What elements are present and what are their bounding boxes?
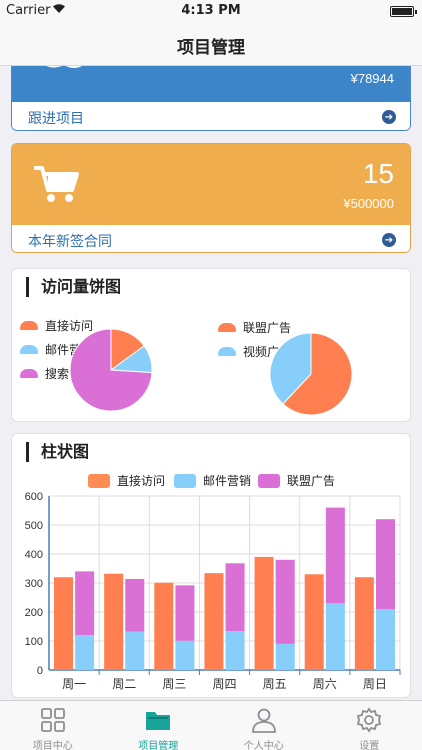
bird-icon xyxy=(34,66,94,81)
new-contracts-amount: ¥500000 xyxy=(343,196,394,211)
tab-label: 项目中心 xyxy=(32,741,73,750)
y-tick-label: 0 xyxy=(37,665,43,677)
follow-projects-card[interactable]: ¥78944 跟进项目 ➔ xyxy=(11,66,411,131)
bar[interactable] xyxy=(376,519,395,610)
legend-swatch xyxy=(218,347,236,356)
arrow-right-icon: ➔ xyxy=(382,110,396,124)
legend-swatch xyxy=(174,473,196,488)
x-tick-label: 周六 xyxy=(313,677,337,691)
tab-bar: 项目中心 项目管理 个人中心 设置 xyxy=(0,700,422,750)
legend-swatch xyxy=(218,323,236,332)
bar[interactable] xyxy=(304,574,324,670)
legend-swatch xyxy=(20,369,38,378)
bar[interactable] xyxy=(354,577,374,670)
scroll-content[interactable]: ¥78944 跟进项目 ➔ 15 ¥500000 本年新签合同 ➔ 访问量饼图 … xyxy=(0,66,422,700)
x-tick-label: 周一 xyxy=(62,677,86,691)
new-contracts-count: 15 xyxy=(362,158,394,189)
bar[interactable] xyxy=(325,603,345,670)
x-tick-label: 周三 xyxy=(162,677,186,691)
legend-item[interactable]: 联盟广告 xyxy=(258,472,335,489)
page-title: 项目管理 xyxy=(177,38,245,58)
bar[interactable] xyxy=(175,585,195,641)
bar[interactable] xyxy=(75,571,95,636)
bar-chart-title: 柱状图 xyxy=(26,442,89,462)
tab-label: 个人中心 xyxy=(243,741,284,750)
legend-label: 联盟广告 xyxy=(287,474,336,488)
grid-icon xyxy=(40,707,66,733)
legend-swatch xyxy=(20,345,38,354)
follow-projects-banner: ¥78944 xyxy=(12,66,410,102)
new-contracts-card[interactable]: 15 ¥500000 本年新签合同 ➔ xyxy=(11,143,411,253)
bar[interactable] xyxy=(154,582,174,670)
y-tick-label: 100 xyxy=(25,636,43,648)
bar[interactable] xyxy=(104,573,124,670)
x-tick-label: 周五 xyxy=(263,677,287,691)
legend-label: 邮件营销 xyxy=(203,474,252,488)
bar[interactable] xyxy=(54,577,73,670)
shopping-cart-icon xyxy=(32,164,80,208)
y-tick-label: 500 xyxy=(25,520,43,532)
legend-swatch xyxy=(88,473,110,488)
folder-icon xyxy=(145,707,171,733)
bar[interactable] xyxy=(125,631,145,670)
pie-chart-panel: 访问量饼图 直接访问 邮件营销 搜索引擎 联盟广告 视频广告 xyxy=(11,268,411,422)
bar[interactable] xyxy=(376,609,395,670)
y-tick-label: 300 xyxy=(25,578,43,590)
tab-label: 设置 xyxy=(359,741,380,750)
bar[interactable] xyxy=(175,640,195,670)
x-tick-label: 周四 xyxy=(212,677,236,691)
y-tick-label: 600 xyxy=(25,491,43,503)
bar-chart: 0 100 200 300 400 500 600 周一 周二 周三 周四 周五 周六 周日 xyxy=(25,491,401,691)
person-icon xyxy=(251,707,277,733)
tab-project-management[interactable]: 项目管理 xyxy=(106,701,212,750)
arrow-right-icon: ➔ xyxy=(382,233,396,247)
new-contracts-footer[interactable]: 本年新签合同 ➔ xyxy=(12,225,410,252)
bar[interactable] xyxy=(325,507,345,604)
new-contracts-label: 本年新签合同 xyxy=(28,234,112,250)
status-bar: Carrier 4:13 PM xyxy=(0,0,422,22)
pie-chart-title: 访问量饼图 xyxy=(26,277,121,297)
bar[interactable] xyxy=(225,563,245,632)
legend-swatch xyxy=(258,473,280,488)
bar[interactable] xyxy=(75,635,95,670)
bar-chart-panel: 柱状图 直接访问 邮件营销 联盟广告 0 100 200 300 400 500 600 周一… xyxy=(11,433,411,698)
tab-personal-center[interactable]: 个人中心 xyxy=(211,701,317,750)
legend-label: 直接访问 xyxy=(117,474,166,488)
tab-project-center[interactable]: 项目中心 xyxy=(0,701,106,750)
follow-projects-footer[interactable]: 跟进项目 ➔ xyxy=(12,102,410,130)
legend-item[interactable]: 直接访问 xyxy=(88,472,165,489)
y-tick-label: 200 xyxy=(25,607,43,619)
bar[interactable] xyxy=(125,578,145,632)
bar[interactable] xyxy=(275,559,295,644)
battery-icon xyxy=(390,6,417,17)
clock: 4:13 PM xyxy=(181,3,241,18)
bar[interactable] xyxy=(204,573,224,670)
pie-chart-right xyxy=(269,332,353,416)
x-tick-label: 周二 xyxy=(112,677,136,691)
navigation-bar: 项目管理 xyxy=(0,22,422,66)
bar[interactable] xyxy=(225,631,245,670)
gear-icon xyxy=(356,707,382,733)
y-tick-label: 400 xyxy=(25,549,43,561)
bar[interactable] xyxy=(254,556,274,670)
x-tick-label: 周日 xyxy=(363,677,387,691)
bar[interactable] xyxy=(275,643,295,670)
follow-projects-label: 跟进项目 xyxy=(28,111,84,127)
tab-label: 项目管理 xyxy=(138,741,179,750)
follow-projects-amount: ¥78944 xyxy=(350,71,394,86)
tab-settings[interactable]: 设置 xyxy=(317,701,422,750)
legend-swatch xyxy=(20,321,38,330)
new-contracts-banner: 15 ¥500000 xyxy=(12,144,410,225)
pie-chart-left xyxy=(69,328,153,412)
legend-item[interactable]: 邮件营销 xyxy=(174,472,251,489)
